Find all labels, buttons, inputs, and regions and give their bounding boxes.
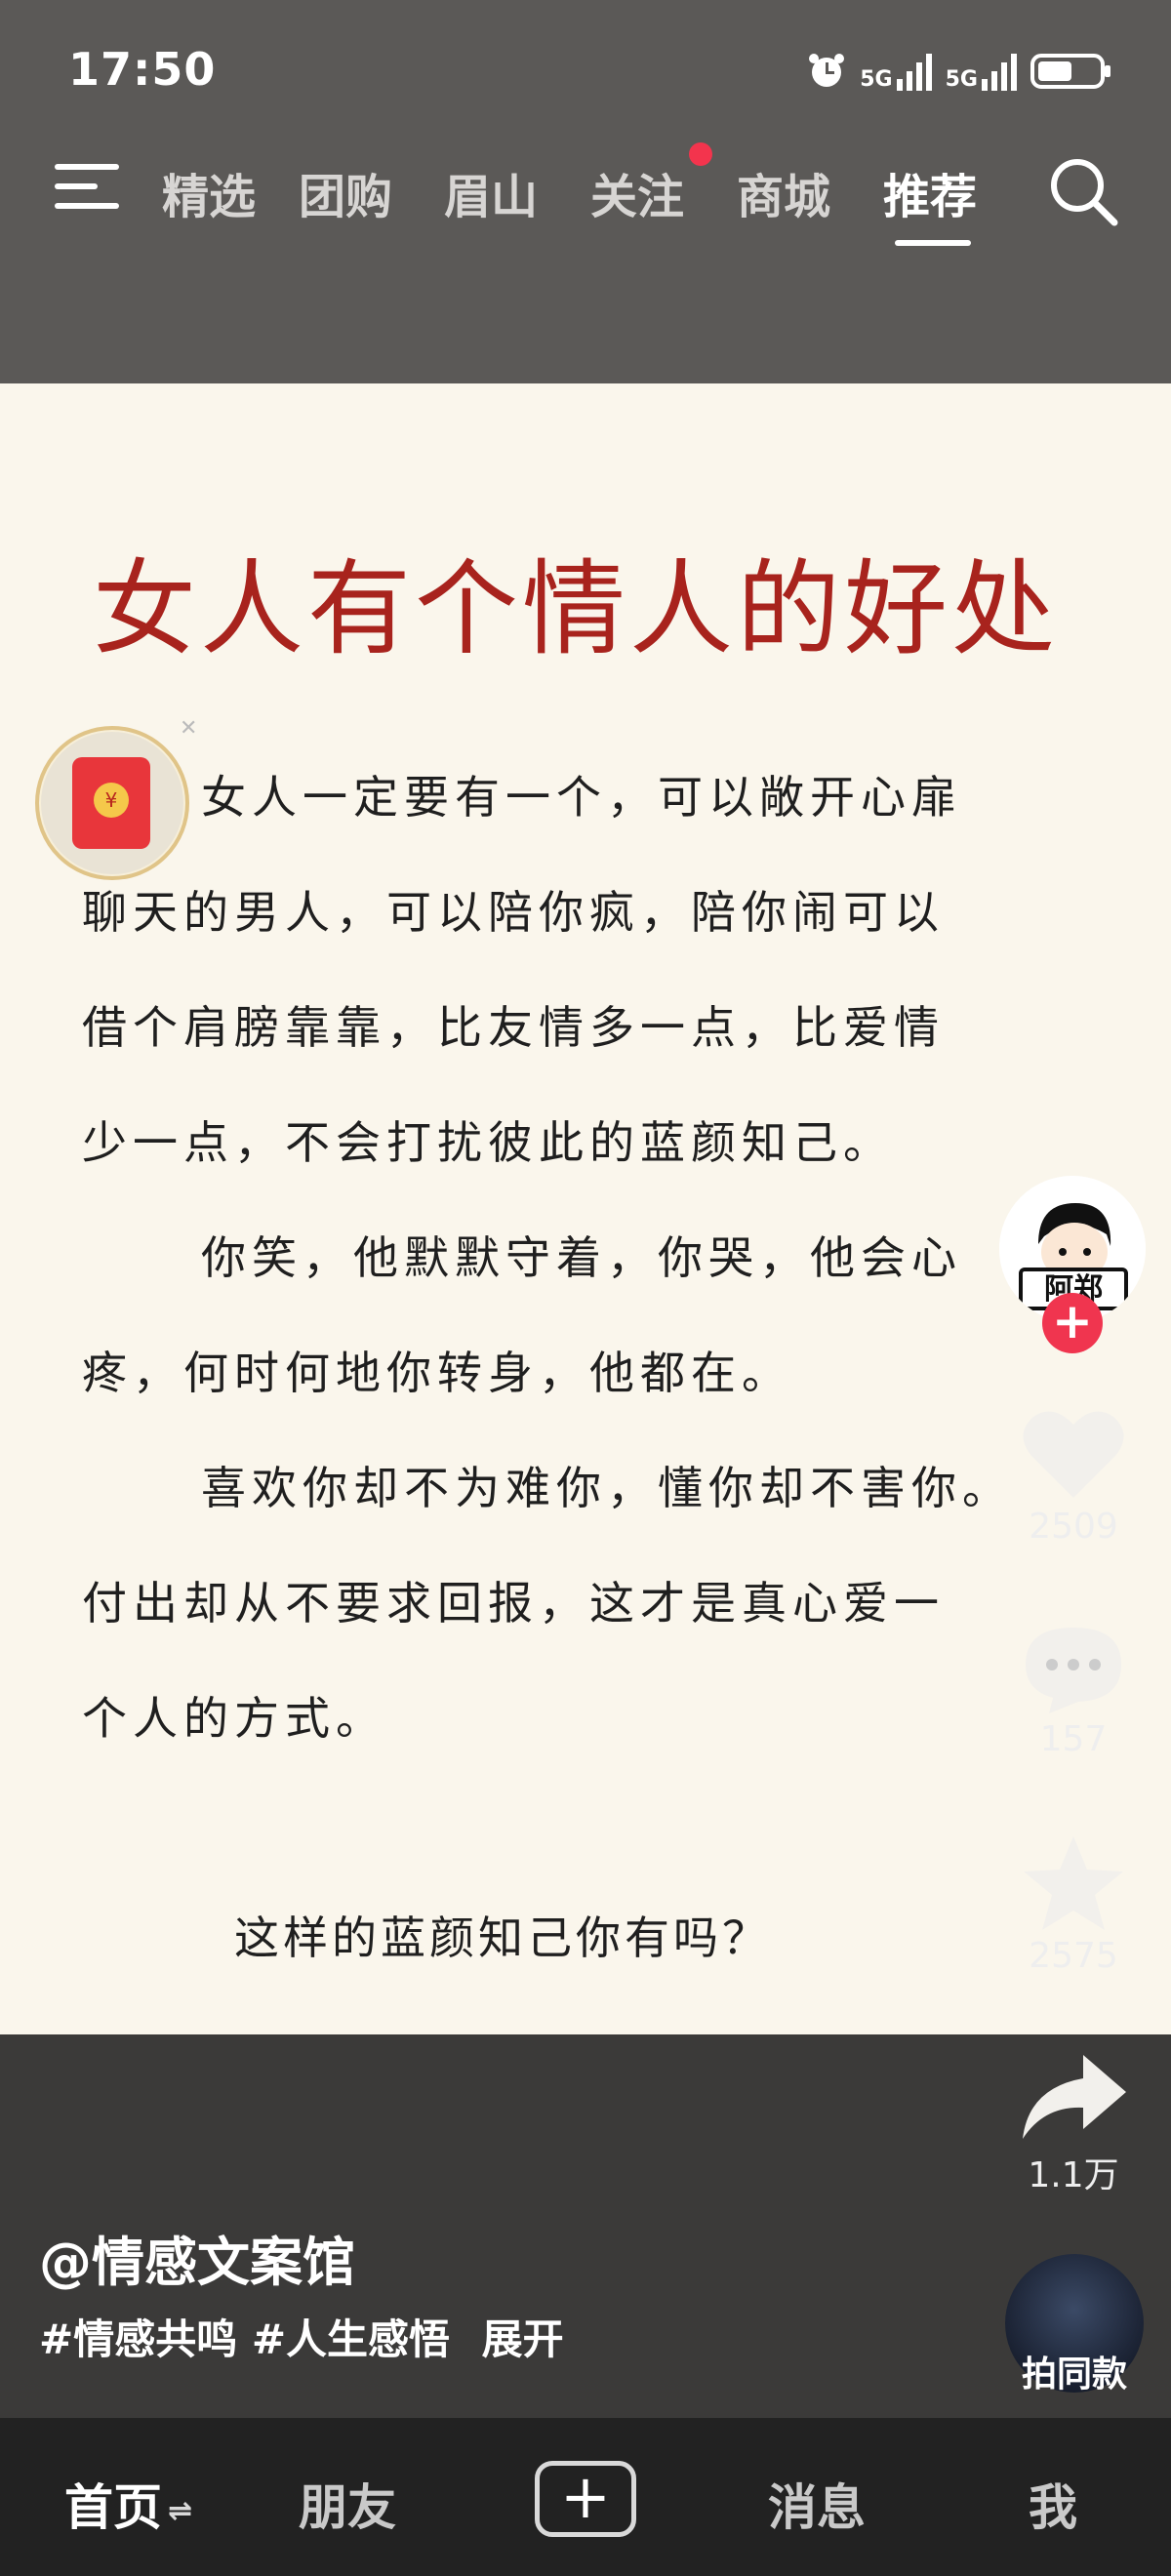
status-bar: 17:50 5G 5G xyxy=(0,0,1171,137)
nav-home[interactable]: 首页 ⇌ xyxy=(64,2469,192,2539)
post-line: 女人一定要有一个，可以敞开心扉 xyxy=(201,771,962,824)
signal-1: 5G xyxy=(860,52,932,92)
post-line: 你笑，他默默守着，你哭，他会心 xyxy=(201,1231,962,1284)
nav-home-label: 首页 xyxy=(64,2479,162,2536)
share-button[interactable]: 1.1万 xyxy=(995,2049,1151,2197)
status-icons: 5G 5G xyxy=(807,47,1112,96)
close-icon[interactable]: ✕ xyxy=(180,716,197,741)
tab-following[interactable]: 关注 xyxy=(590,158,684,226)
battery-icon xyxy=(1030,54,1110,89)
like-button[interactable]: 2509 xyxy=(995,1405,1151,1547)
menu-icon[interactable] xyxy=(55,162,119,211)
signal-bars-icon xyxy=(982,54,1017,91)
share-arrow-icon xyxy=(1023,2055,1126,2139)
plus-icon: + xyxy=(560,2461,611,2532)
nav-friends[interactable]: 朋友 xyxy=(299,2469,396,2539)
author-name[interactable]: @情感文案馆 xyxy=(39,2219,355,2296)
tab-recommend[interactable]: 推荐 xyxy=(883,158,977,226)
comment-icon xyxy=(1026,1628,1121,1713)
tab-mall[interactable]: 商城 xyxy=(737,158,830,226)
comment-button[interactable]: 157 xyxy=(995,1622,1151,1759)
post-line: 少一点，不会打扰彼此的蓝颜知己。 xyxy=(82,1116,894,1169)
post-line: 付出却从不要求回报，这才是真心爱一 xyxy=(82,1577,945,1630)
post-tags: #情感共鸣 #人生感悟 展开 xyxy=(39,2307,564,2366)
heart-icon xyxy=(1023,1411,1124,1498)
nav-messages[interactable]: 消息 xyxy=(768,2469,866,2539)
network-2-label: 5G xyxy=(945,67,978,92)
remix-label[interactable]: 拍同款 xyxy=(1005,2346,1144,2396)
network-1-label: 5G xyxy=(860,67,893,92)
post-line: 疼，何时何地你转身，他都在。 xyxy=(82,1347,792,1399)
alarm-icon xyxy=(809,54,845,87)
favorite-button[interactable]: 2575 xyxy=(995,1834,1151,1976)
tag-link[interactable]: #情感共鸣 xyxy=(39,2315,237,2363)
comment-count: 157 xyxy=(1039,1719,1108,1759)
share-count: 1.1万 xyxy=(1028,2155,1119,2195)
signal-2: 5G xyxy=(946,52,1017,91)
tab-group-buy[interactable]: 团购 xyxy=(299,158,392,226)
tab-selected[interactable]: 精选 xyxy=(162,158,256,226)
active-tab-indicator xyxy=(895,240,971,246)
expand-link[interactable]: 展开 xyxy=(482,2315,564,2363)
post-line: 喜欢你却不为难你，懂你却不害你。 xyxy=(201,1462,1013,1514)
tag-link[interactable]: #人生感悟 xyxy=(252,2315,450,2363)
post-line: 借个肩膀靠靠，比友情多一点，比爱情 xyxy=(82,1001,945,1054)
coin-icon: ¥ xyxy=(94,783,129,818)
post-line: 聊天的男人，可以陪你疯，陪你闹可以 xyxy=(82,886,945,939)
nav-me[interactable]: 我 xyxy=(1029,2469,1077,2539)
create-post-button[interactable]: + xyxy=(535,2461,636,2537)
star-icon xyxy=(1024,1836,1123,1930)
notification-dot xyxy=(689,142,712,166)
post-line: 个人的方式。 xyxy=(82,1692,386,1745)
follow-button[interactable]: + xyxy=(1042,1293,1103,1353)
tab-meishan[interactable]: 眉山 xyxy=(444,158,538,226)
red-envelope-icon: ¥ xyxy=(72,757,150,849)
like-count: 2509 xyxy=(1029,1507,1118,1547)
post-title: 女人有个情人的好处 xyxy=(93,549,1059,669)
red-envelope-button[interactable]: ¥ xyxy=(35,726,189,880)
status-time: 17:50 xyxy=(68,43,217,96)
post-question: 这样的蓝颜知己你有吗？ xyxy=(234,1912,771,1964)
favorite-count: 2575 xyxy=(1029,1936,1118,1976)
search-icon[interactable] xyxy=(1046,154,1120,228)
swap-icon: ⇌ xyxy=(168,2494,193,2528)
signal-bars-icon xyxy=(896,54,932,91)
